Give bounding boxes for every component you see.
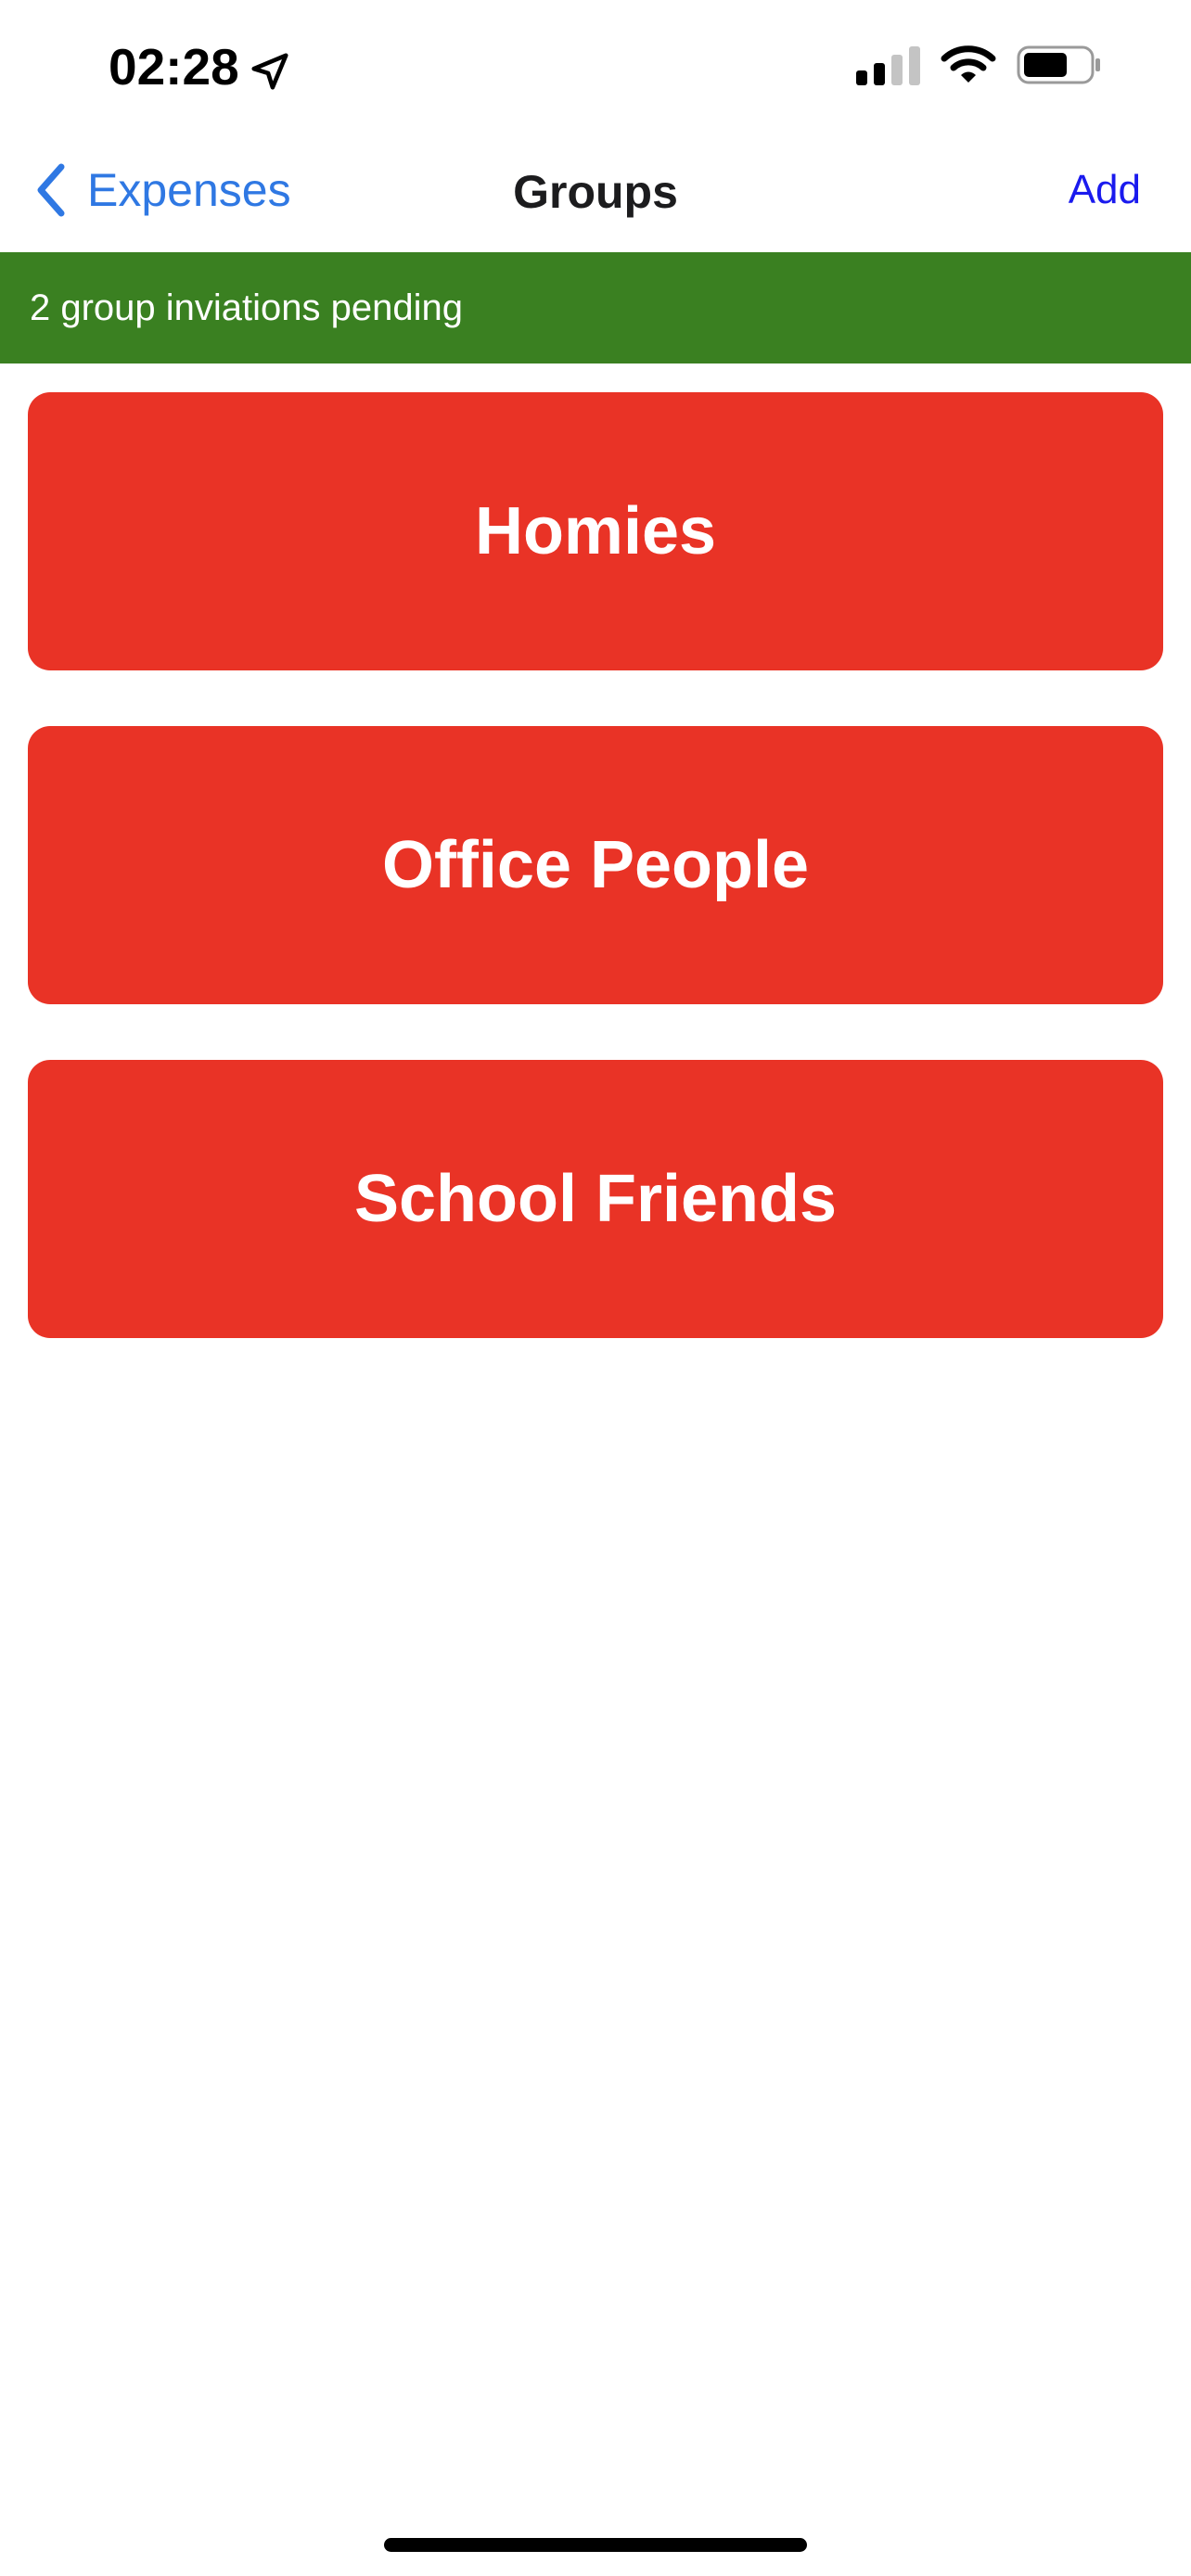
group-card-homies[interactable]: Homies bbox=[28, 392, 1163, 670]
wifi-icon bbox=[941, 45, 996, 85]
group-name: Office People bbox=[381, 828, 810, 902]
group-card-office-people[interactable]: Office People bbox=[28, 726, 1163, 1004]
group-card-school-friends[interactable]: School Friends bbox=[28, 1060, 1163, 1338]
group-list: Homies Office People School Friends bbox=[28, 392, 1163, 1394]
time-label: 02:28 bbox=[109, 38, 239, 96]
pending-invitations-banner[interactable]: 2 group inviations pending bbox=[0, 252, 1191, 363]
add-button[interactable]: Add bbox=[1069, 167, 1141, 213]
home-indicator[interactable] bbox=[384, 2538, 807, 2552]
cellular-signal-icon bbox=[856, 45, 920, 85]
page-title: Groups bbox=[513, 166, 678, 218]
group-name: Homies bbox=[474, 494, 717, 568]
status-bar: 02:28 bbox=[0, 0, 1191, 139]
status-indicators bbox=[856, 45, 1102, 85]
navigation-bar: Expenses Groups Add bbox=[0, 139, 1191, 252]
battery-icon bbox=[1017, 45, 1102, 85]
location-arrow-icon bbox=[249, 45, 291, 90]
status-time: 02:28 bbox=[109, 37, 291, 96]
banner-text: 2 group inviations pending bbox=[30, 287, 464, 328]
group-name: School Friends bbox=[353, 1162, 838, 1236]
